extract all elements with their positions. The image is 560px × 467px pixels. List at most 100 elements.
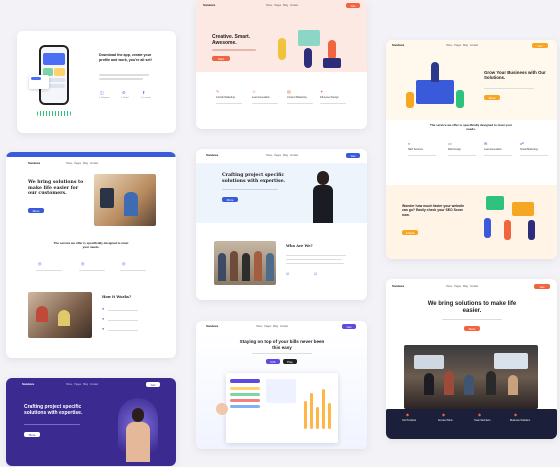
dark-headline: We bring solutions to make life easier. <box>427 301 517 315</box>
service-icon: ▤ <box>287 89 291 94</box>
avatar <box>216 403 228 415</box>
brand-logo: Sandeza <box>28 161 41 165</box>
feature-icon: ◆ <box>514 412 518 417</box>
hero-cta-button[interactable]: More <box>484 95 500 100</box>
rocket-illustration <box>406 62 466 110</box>
service-3: Content Marketing <box>287 96 307 99</box>
creative-headline: Creative. Smart. Awesome. <box>212 34 251 46</box>
step-icon: ● <box>102 327 105 331</box>
feature-3: Team Members <box>474 419 491 422</box>
text-line <box>108 330 138 332</box>
feature-icon: ◆ <box>406 412 410 417</box>
top-nav[interactable]: Home Pages Blog Contact <box>266 154 298 157</box>
top-nav[interactable]: Home Pages Blog Contact <box>446 285 478 288</box>
text-line <box>287 103 313 105</box>
service-icon: ◎ <box>81 261 85 266</box>
nav-cta-button[interactable]: Get <box>342 324 356 329</box>
top-nav[interactable]: Home Pages Blog Contact <box>66 162 98 165</box>
service-2: Web Design <box>448 148 461 151</box>
text-line <box>320 103 346 105</box>
hero-cta-button[interactable]: More <box>24 432 40 437</box>
nav-cta-button[interactable]: Get <box>534 284 550 289</box>
team-photo <box>28 292 92 338</box>
feature-icon: ⬆ <box>142 90 146 95</box>
nav-cta-button[interactable]: Get <box>346 153 360 158</box>
sound-bars <box>37 111 71 116</box>
text-line <box>484 155 512 157</box>
template-card-dark[interactable]: Sandeza Home Pages Blog Contact Get We b… <box>386 279 557 439</box>
step-icon: ● <box>102 317 105 321</box>
service-icon: ✎ <box>216 89 220 94</box>
nav-cta-button[interactable]: Get <box>146 382 160 387</box>
text-line <box>252 103 278 105</box>
app-card-mockup <box>29 75 49 89</box>
download-button[interactable]: Play <box>283 359 297 364</box>
service-icon: ✦ <box>320 89 324 94</box>
feature-strip <box>386 409 557 439</box>
hero-cta-button[interactable]: Start <box>212 56 230 61</box>
services-title: The service we offer is specifically des… <box>429 123 513 131</box>
finance-headline: Staying on top of your bills never been … <box>239 339 325 350</box>
text-line <box>120 270 146 272</box>
text-line <box>408 155 436 157</box>
hero-cta-button[interactable]: More <box>464 326 480 331</box>
top-nav[interactable]: Home Pages Blog Contact <box>256 325 288 328</box>
template-card-app[interactable]: Download the app, create your profile an… <box>17 31 176 133</box>
template-card-purple[interactable]: Sandeza Home Pages Blog Contact Get Craf… <box>6 378 176 466</box>
feature-1: 1. Register <box>99 97 110 99</box>
template-card-expertise[interactable]: Sandeza Home Pages Blog Contact Get Craf… <box>196 149 367 300</box>
step-icon: ● <box>102 307 105 311</box>
service-2: Lead Generation <box>252 96 270 99</box>
template-card-creative[interactable]: Sandeza Home Pages Blog Contact Get Crea… <box>196 0 367 129</box>
brand-logo: Sandeza <box>203 3 216 7</box>
template-card-solutions[interactable]: Sandeza Home Pages Blog Contact We bring… <box>6 152 176 358</box>
template-gallery: Download the app, create your profile an… <box>0 0 560 467</box>
feature-icon: ◫ <box>100 90 104 95</box>
service-4: Social Marketing <box>520 148 538 151</box>
top-nav[interactable]: Home Pages Blog Contact <box>446 44 478 47</box>
hero-person <box>118 398 158 466</box>
text-line <box>36 270 62 272</box>
service-1: Growth Marketing <box>216 96 235 99</box>
top-nav[interactable]: Home Pages Blog Contact <box>266 4 298 7</box>
seo-check-button[interactable]: Check <box>402 230 418 235</box>
brand-logo: Sandeza <box>206 324 219 328</box>
about-title: Who Are We? <box>286 244 313 248</box>
service-3: Lead Generation <box>484 148 502 151</box>
download-button[interactable]: iOS <box>266 359 280 364</box>
feature-icon: ☑ <box>286 272 290 276</box>
solutions-headline: We bring solutions to make life easier f… <box>28 180 84 196</box>
team-photo <box>214 241 276 285</box>
app-headline: Download the app, create your profile an… <box>99 53 152 62</box>
text-line <box>212 49 256 51</box>
nav-cta-button[interactable]: Get <box>532 43 548 48</box>
text-line <box>286 255 346 257</box>
top-nav[interactable]: Home Pages Blog Contact <box>66 383 98 386</box>
feature-4: Business Solutions <box>510 419 531 422</box>
feature-icon: ☑ <box>314 272 318 276</box>
feature-icon: ⚙ <box>122 90 126 95</box>
hero-person <box>308 163 338 223</box>
team-illustration <box>480 196 546 242</box>
feature-icon: ◆ <box>442 412 446 417</box>
text-line <box>99 74 149 76</box>
nav-cta-button[interactable]: Get <box>346 3 360 8</box>
brand-logo: Sandeza <box>206 153 219 157</box>
hero-cta-button[interactable]: More <box>28 208 44 213</box>
feature-1: Our Products <box>402 419 417 422</box>
hero-cta-button[interactable]: More <box>222 197 238 202</box>
text-line <box>108 320 138 322</box>
hero-background <box>196 163 367 223</box>
feature-3: 3. Launch <box>141 97 151 99</box>
hero-photo <box>94 174 156 226</box>
text-line <box>108 310 138 312</box>
template-card-business[interactable]: Sandeza Home Pages Blog Contact Get Grow… <box>386 40 557 259</box>
business-headline: Grow Your Business with Our Solutions. <box>484 70 546 81</box>
template-card-finance[interactable]: Sandeza Home Pages Blog Contact Get Stay… <box>196 321 367 449</box>
brand-logo: Sandeza <box>22 382 35 386</box>
feature-icon: ◆ <box>478 412 482 417</box>
text-line <box>79 270 105 272</box>
text-line <box>216 103 242 105</box>
feature-2: Service Plans <box>438 419 453 422</box>
office-photo <box>404 345 538 409</box>
